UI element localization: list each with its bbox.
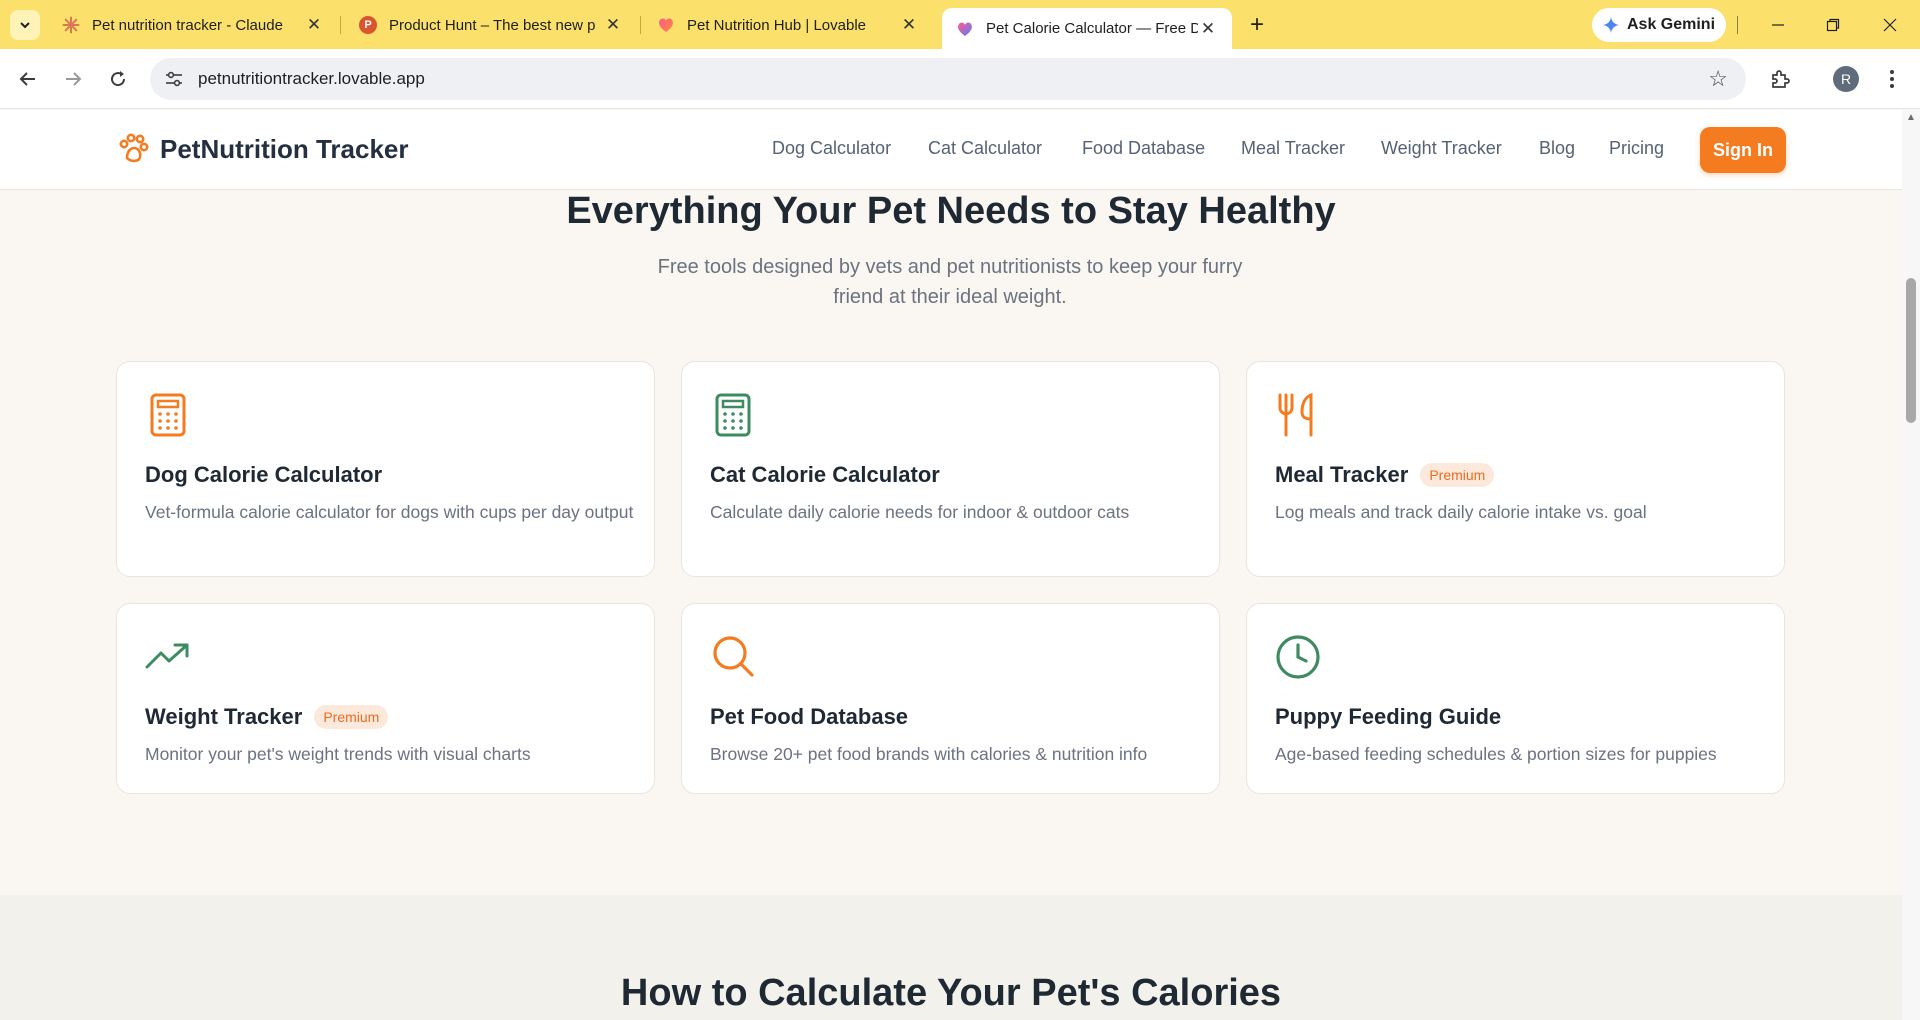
card-title: Pet Food Database (710, 704, 909, 729)
browser-toolbar: petnutritiontracker.lovable.app ☆ (0, 49, 1920, 109)
close-window-button[interactable] (1870, 10, 1910, 40)
tool-card-dog-calculator[interactable]: Dog Calorie Calculator Vet-formula calor… (116, 361, 655, 577)
nav-blog[interactable]: Blog (1539, 138, 1575, 159)
puzzle-icon (1772, 70, 1790, 88)
restore-icon (1826, 18, 1840, 32)
more-vertical-icon (1890, 70, 1894, 88)
card-description: Calculate daily calorie needs for indoor… (710, 502, 1130, 522)
card-description: Browse 20+ pet food brands with calories… (710, 744, 1148, 764)
how-to-section-title: How to Calculate Your Pet's Calories (620, 972, 1282, 1014)
minimize-button[interactable] (1758, 10, 1798, 40)
profile-avatar[interactable]: R (1833, 66, 1859, 92)
tool-card-weight-tracker[interactable]: Weight Tracker Premium Monitor your pet'… (116, 603, 655, 794)
card-description: Monitor your pet's weight trends with vi… (145, 744, 531, 764)
restore-button[interactable] (1813, 10, 1853, 40)
section-title: Everything Your Pet Needs to Stay Health… (566, 190, 1336, 232)
url-text: petnutritiontracker.lovable.app (198, 69, 425, 88)
plus-icon: + (1249, 11, 1264, 38)
tab-title: Pet Nutrition Hub | Lovable (687, 16, 866, 34)
minimize-icon (1772, 24, 1784, 26)
site-settings-icon[interactable] (164, 69, 184, 89)
site-logo[interactable]: PetNutrition Tracker (116, 132, 409, 166)
nav-meal-tracker[interactable]: Meal Tracker (1241, 138, 1345, 159)
tool-card-meal-tracker[interactable]: Meal Tracker Premium Log meals and track… (1246, 361, 1785, 577)
browser-tab-bar: Pet nutrition tracker - Claude ✕ P Produ… (0, 0, 1920, 49)
scroll-up-arrow-icon[interactable]: ▲ (1904, 112, 1918, 126)
tab-claude[interactable]: Pet nutrition tracker - Claude ✕ (48, 8, 338, 42)
reload-button[interactable] (102, 63, 134, 95)
page-scrollbar[interactable] (1902, 110, 1920, 1020)
tool-card-pet-food-database[interactable]: Pet Food Database Browse 20+ pet food br… (681, 603, 1220, 794)
card-description: Log meals and track daily calorie intake… (1275, 502, 1647, 522)
nav-dog-calculator[interactable]: Dog Calculator (772, 138, 891, 159)
trending-up-icon (145, 643, 189, 669)
address-bar[interactable]: petnutritiontracker.lovable.app ☆ (150, 58, 1746, 100)
utensils-icon (1278, 392, 1313, 437)
logo-text: PetNutrition Tracker (160, 133, 409, 164)
tab-divider (340, 16, 341, 34)
back-button[interactable] (12, 63, 44, 95)
nav-pricing[interactable]: Pricing (1609, 138, 1664, 159)
premium-badge: Premium (314, 705, 389, 729)
browser-menu-button[interactable] (1876, 63, 1908, 95)
tab-lovable[interactable]: Pet Nutrition Hub | Lovable ✕ (643, 8, 933, 42)
new-tab-button[interactable]: + (1242, 10, 1272, 40)
avatar-initial: R (1840, 71, 1852, 87)
lovable-favicon-icon (657, 16, 675, 34)
tab-product-hunt[interactable]: P Product Hunt – The best new p ✕ (345, 8, 637, 42)
claude-favicon-icon (62, 16, 80, 34)
tab-title: Pet Calorie Calculator — Free D (986, 20, 1198, 37)
site-header: PetNutrition Tracker Dog Calculator Cat … (0, 110, 1902, 190)
section-subtitle: Free tools designed by vets and pet nutr… (657, 256, 1243, 308)
close-icon[interactable]: ✕ (304, 15, 324, 35)
gemini-sparkle-icon (1602, 17, 1619, 33)
tab-pet-calorie-calculator[interactable]: Pet Calorie Calculator — Free D ✕ (942, 8, 1232, 49)
tab-divider (1737, 16, 1738, 34)
tab-title: Product Hunt – The best new p (389, 16, 596, 34)
chevron-down-icon (20, 22, 30, 29)
nav-weight-tracker[interactable]: Weight Tracker (1381, 138, 1502, 159)
card-title: Puppy Feeding Guide (1275, 704, 1502, 729)
scrollbar-thumb[interactable] (1906, 278, 1916, 423)
forward-button[interactable] (57, 63, 89, 95)
arrow-right-icon (66, 72, 82, 86)
close-icon (1883, 18, 1897, 32)
close-icon[interactable]: ✕ (603, 15, 623, 35)
calculator-icon (715, 393, 751, 437)
card-title: Meal Tracker (1275, 462, 1409, 487)
extensions-button[interactable] (1764, 63, 1796, 95)
card-description: Vet-formula calorie calculator for dogs … (145, 502, 634, 522)
bookmark-star-icon[interactable]: ☆ (1708, 66, 1728, 92)
arrow-left-icon (19, 72, 35, 86)
tab-title: Pet nutrition tracker - Claude (92, 16, 283, 34)
card-description: Age-based feeding schedules & portion si… (1275, 744, 1717, 764)
tool-card-puppy-feeding-guide[interactable]: Puppy Feeding Guide Age-based feeding sc… (1246, 603, 1785, 794)
ask-gemini-button[interactable]: Ask Gemini (1592, 8, 1726, 42)
calculator-icon (150, 393, 186, 437)
lovable-favicon-icon (956, 20, 974, 38)
nav-cat-calculator[interactable]: Cat Calculator (928, 138, 1042, 159)
card-title: Dog Calorie Calculator (145, 462, 383, 487)
reload-icon (111, 71, 126, 87)
tab-divider (640, 16, 641, 34)
close-icon[interactable]: ✕ (1198, 19, 1218, 39)
card-title: Cat Calorie Calculator (710, 462, 940, 487)
sign-in-button[interactable]: Sign In (1700, 127, 1786, 173)
clock-icon (1276, 635, 1320, 679)
tool-card-cat-calculator[interactable]: Cat Calorie Calculator Calculate daily c… (681, 361, 1220, 577)
card-title: Weight Tracker (145, 704, 303, 729)
paw-icon (119, 133, 149, 163)
search-icon (713, 636, 754, 677)
nav-food-database[interactable]: Food Database (1082, 138, 1205, 159)
close-icon[interactable]: ✕ (899, 15, 919, 35)
premium-badge: Premium (1420, 463, 1495, 487)
ask-gemini-label: Ask Gemini (1626, 16, 1716, 33)
tab-search-dropdown[interactable] (10, 10, 40, 40)
product-hunt-favicon-icon: P (359, 16, 377, 34)
